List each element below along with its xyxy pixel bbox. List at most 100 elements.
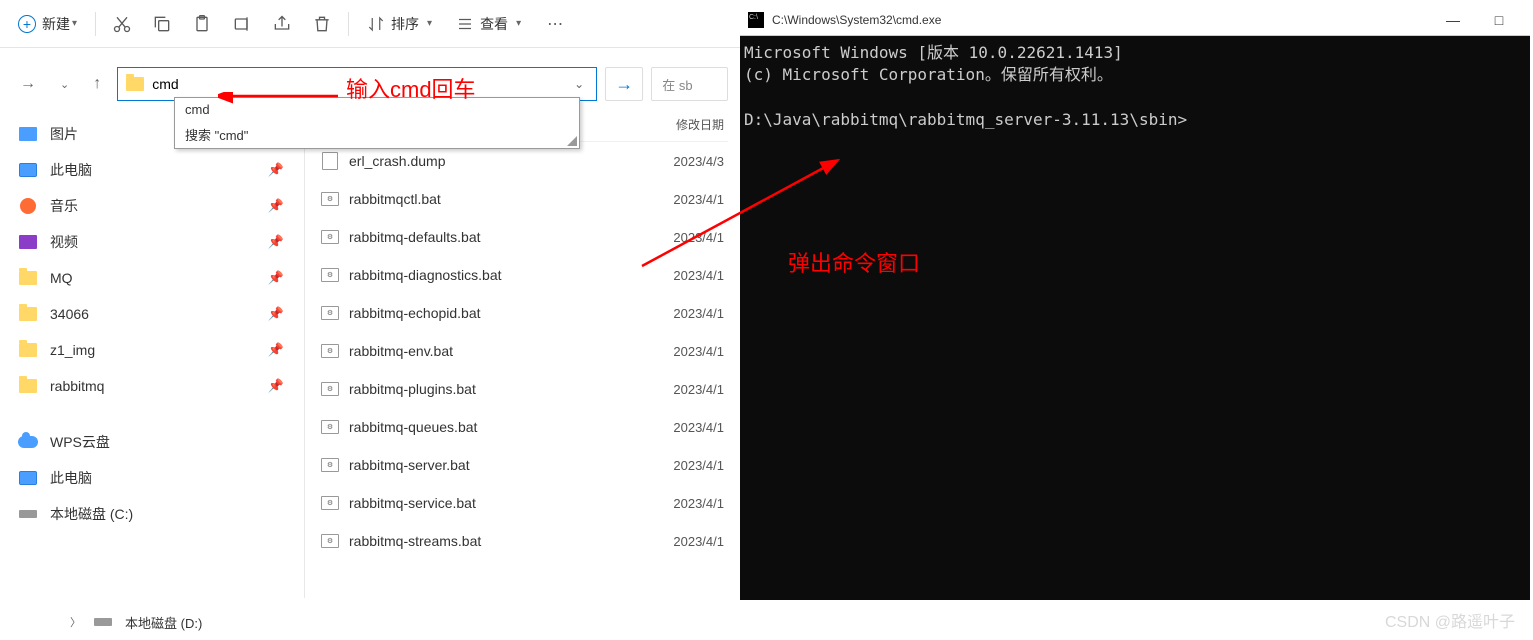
cloud-icon [18,436,38,448]
delete-button[interactable] [304,6,340,42]
sort-label: 排序 [391,14,419,34]
divider [95,12,96,36]
pin-icon: 📌 [268,234,284,250]
pin-icon: 📌 [268,306,284,322]
bat-file-icon: ⚙ [321,496,339,510]
bat-file-icon: ⚙ [321,420,339,434]
explorer-body: 图片📌此电脑📌音乐📌视频📌MQ📌34066📌z1_img📌rabbitmq📌 W… [0,108,740,598]
file-row[interactable]: ⚙rabbitmq-server.bat2023/4/1 [317,446,728,484]
sidebar-item-3[interactable]: 视频 📌 [0,224,304,260]
video-icon [19,235,37,249]
sidebar-item-7[interactable]: rabbitmq 📌 [0,368,304,404]
bat-file-icon: ⚙ [321,344,339,358]
file-row[interactable]: ⚙rabbitmq-streams.bat2023/4/1 [317,522,728,560]
recent-button[interactable]: ⌄ [52,72,77,97]
cmd-title-text: C:\Windows\System32\cmd.exe [772,13,1430,27]
share-button[interactable] [264,6,300,42]
up-button[interactable]: ↑ [85,69,109,99]
sidebar-item-label: 此电脑 [50,160,92,180]
pin-icon: 📌 [268,162,284,178]
address-dropdown[interactable]: ⌄ [570,77,588,91]
file-row[interactable]: ⚙ rabbitmq-queues.bat2023/4/1 [317,408,728,446]
cut-button[interactable] [104,6,140,42]
view-button[interactable]: 查看 ▾ [446,8,531,40]
sidebar-item-label: 视频 [50,232,78,252]
view-label: 查看 [480,14,508,34]
file-row[interactable]: ⚙rabbitmq-plugins.bat2023/4/1 [317,370,728,408]
tree-item-d[interactable]: 本地磁盘 (D:) [125,613,202,632]
cmd-titlebar[interactable]: C:\Windows\System32\cmd.exe — □ [740,4,1530,36]
music-icon [20,198,36,214]
search-box[interactable]: 在 sb [651,67,728,101]
minimize-button[interactable]: — [1430,5,1476,35]
cmd-icon [748,12,764,28]
img-icon [19,127,37,141]
sidebar-item-2[interactable]: 音乐📌 [0,188,304,224]
sidebar-item2-1[interactable]: 此电脑 [0,460,304,496]
file-row[interactable]: ⚙ rabbitmq-echopid.bat2023/4/1 [317,294,728,332]
file-date: 2023/4/1 [673,382,724,397]
sidebar-item-label: 本地磁盘 (C:) [50,504,133,524]
new-button[interactable]: + 新建 ▾ [8,8,87,40]
sidebar-item-5[interactable]: 34066 📌 [0,296,304,332]
sidebar-item-4[interactable]: MQ📌 [0,260,304,296]
pin-icon: 📌 [268,270,284,286]
annotation-text-1: 输入cmd回车 [346,72,476,104]
folder-icon [126,77,144,91]
cmd-window: C:\Windows\System32\cmd.exe — □ Microsof… [740,4,1530,600]
file-row[interactable]: ⚙rabbitmq-service.bat2023/4/1 [317,484,728,522]
sidebar-item2-2[interactable]: 本地磁盘 (C:) [0,496,304,532]
annotation-arrow-1 [218,92,348,162]
plus-icon: + [18,15,36,33]
pc-icon [19,471,37,485]
file-row[interactable]: ⚙rabbitmq-env.bat2023/4/1 [317,332,728,370]
sidebar-item-label: 图片 [50,124,78,144]
tree-fragment: 〉 本地磁盘 (D:) [40,604,380,640]
sidebar-item-6[interactable]: z1_img 📌 [0,332,304,368]
sidebar-item-label: 音乐 [50,196,78,216]
bat-file-icon: ⚙ [321,534,339,548]
go-button[interactable]: → [605,67,643,101]
sort-button[interactable]: 排序 ▾ [357,8,442,40]
forward-button[interactable]: → [12,69,44,99]
new-label: 新建 [42,14,70,34]
file-date: 2023/4/1 [673,306,724,321]
watermark: CSDN @路遥叶子 [1385,608,1515,632]
resize-handle[interactable] [565,134,577,146]
sort-icon [367,15,385,33]
bat-file-icon: ⚙ [321,268,339,282]
file-name: erl_crash.dump [349,153,673,169]
sidebar-item-label: WPS云盘 [50,432,110,452]
file-name: rabbitmq-echopid.bat [349,305,673,321]
sidebar-item-label: rabbitmq [50,378,104,394]
file-date: 2023/4/1 [673,420,724,435]
file-date: 2023/4/1 [673,344,724,359]
bat-file-icon: ⚙ [321,230,339,244]
sidebar-item2-0[interactable]: WPS云盘 [0,424,304,460]
file-name: rabbitmq-defaults.bat [349,229,673,245]
file-date: 2023/4/1 [673,496,724,511]
toolbar: + 新建 ▾ 排序 ▾ 查看 ▾ ⋯ [0,0,740,48]
pin-icon: 📌 [268,378,284,394]
pin-icon: 📌 [268,342,284,358]
file-name: rabbitmq-queues.bat [349,419,673,435]
annotation-arrow-2 [632,156,842,276]
maximize-button[interactable]: □ [1476,5,1522,35]
file-name: rabbitmqctl.bat [349,191,673,207]
sidebar-item-label: z1_img [50,342,95,358]
chevron-down-icon: ▾ [516,18,521,29]
chevron-right-icon[interactable]: 〉 [70,614,81,630]
rename-button[interactable] [224,6,260,42]
sidebar: 图片📌此电脑📌音乐📌视频📌MQ📌34066📌z1_img📌rabbitmq📌 W… [0,108,305,598]
bat-file-icon: ⚙ [321,306,339,320]
copy-button[interactable] [144,6,180,42]
cmd-output[interactable]: Microsoft Windows [版本 10.0.22621.1413] (… [740,36,1530,138]
file-name: rabbitmq-plugins.bat [349,381,673,397]
file-name: rabbitmq-streams.bat [349,533,673,549]
file-name: rabbitmq-diagnostics.bat [349,267,673,283]
more-button[interactable]: ⋯ [539,6,571,42]
header-date[interactable]: 修改日期 [676,116,724,133]
paste-button[interactable] [184,6,220,42]
file-date: 2023/4/1 [673,458,724,473]
sidebar-item-label: 34066 [50,306,89,322]
